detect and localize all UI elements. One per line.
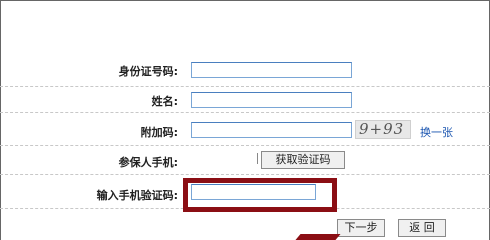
captcha-image: 9+93 (355, 120, 411, 139)
row-separator (0, 86, 490, 87)
annotation-arrow (295, 234, 341, 240)
phone-input[interactable] (191, 152, 257, 168)
text-cursor (257, 153, 258, 164)
name-label: 姓名: (151, 95, 178, 108)
highlight-box (183, 178, 337, 212)
refresh-captcha-link[interactable]: 换一张 (420, 124, 453, 140)
extra-code-label: 附加码: (140, 126, 178, 139)
row-separator (0, 112, 490, 113)
verify-code-label: 输入手机验证码: (96, 189, 178, 202)
extra-code-input[interactable] (191, 122, 352, 138)
frame-left-border (0, 0, 1, 240)
next-button[interactable]: 下一步 (337, 219, 385, 237)
back-button[interactable]: 返 回 (398, 219, 446, 237)
id-number-label: 身份证号码: (118, 65, 178, 78)
phone-label: 参保人手机: (118, 156, 178, 169)
frame-top-border (0, 0, 490, 1)
row-separator (0, 145, 490, 146)
row-separator (0, 174, 490, 175)
get-code-button[interactable]: 获取验证码 (261, 151, 345, 169)
id-number-input[interactable] (191, 62, 352, 78)
name-input[interactable] (191, 92, 352, 108)
